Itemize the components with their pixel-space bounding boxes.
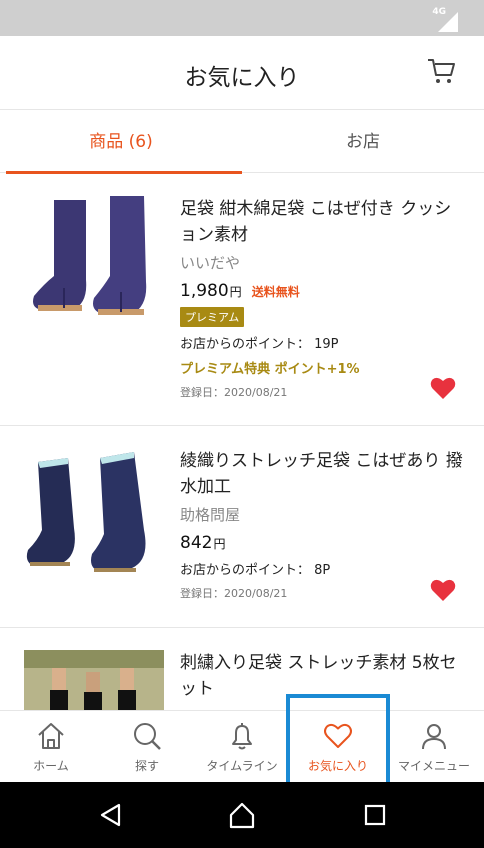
home-icon: [38, 723, 64, 749]
highlight-box: [286, 694, 390, 792]
registered-date: 登録日：2020/08/21: [180, 587, 288, 600]
bell-icon: [232, 723, 252, 750]
tab-shops[interactable]: お店: [242, 111, 484, 173]
page-title: お気に入り: [184, 65, 300, 91]
recents-icon[interactable]: [364, 804, 386, 826]
heart-icon[interactable]: [430, 376, 456, 400]
nav-search[interactable]: 探す: [102, 711, 192, 783]
price-unit: 円: [213, 537, 226, 551]
status-bar: 4G: [0, 0, 484, 36]
signal-icon: [438, 12, 458, 32]
person-icon: [422, 724, 446, 750]
price-value: 1,980: [180, 281, 229, 301]
price-unit: 円: [229, 285, 242, 299]
tab-products[interactable]: 商品 (6): [0, 111, 242, 174]
list-item[interactable]: 足袋 紺木綿足袋 こはぜ付き クッション素材 いいだや 1,980円 送料無料 プ…: [0, 174, 484, 426]
premium-badge: プレミアム: [180, 307, 245, 327]
heart-icon[interactable]: [430, 578, 456, 602]
product-price: 842円: [180, 533, 464, 553]
shop-name[interactable]: 助格問屋: [180, 504, 464, 525]
price-value: 842: [180, 533, 213, 553]
nav-mymenu-label: マイメニュー: [397, 759, 470, 773]
app-header: お気に入り: [0, 36, 484, 110]
product-image: [24, 450, 164, 580]
product-price: 1,980円 送料無料: [180, 281, 464, 301]
list-item[interactable]: 綾織りストレッチ足袋 こはぜあり 撥水加工 助格問屋 842円 お店からのポイン…: [0, 426, 484, 628]
system-nav-bar: [0, 782, 484, 848]
nav-timeline[interactable]: タイムライン: [196, 711, 288, 783]
search-icon: [134, 723, 161, 750]
product-image: [24, 192, 164, 322]
tab-bar: 商品 (6) お店: [0, 111, 484, 174]
nav-mymenu[interactable]: マイメニュー: [388, 711, 480, 783]
nav-home[interactable]: ホーム: [6, 711, 96, 783]
home-button-icon[interactable]: [228, 801, 256, 829]
bottom-nav: ホーム 探す タイムライン お気に入り マイメニュー: [0, 710, 484, 782]
tab-products-label: 商品 (6): [89, 132, 153, 152]
shop-name[interactable]: いいだや: [180, 252, 464, 273]
tab-shops-label: お店: [346, 132, 380, 152]
nav-home-label: ホーム: [33, 759, 69, 773]
product-image: [24, 650, 164, 710]
shop-points: お店からのポイント： 19P: [180, 337, 339, 352]
back-icon[interactable]: [98, 802, 124, 828]
free-shipping-label: 送料無料: [251, 285, 300, 299]
favorites-list[interactable]: 足袋 紺木綿足袋 こはぜ付き クッション素材 いいだや 1,980円 送料無料 プ…: [0, 174, 484, 710]
nav-search-label: 探す: [134, 759, 159, 773]
cart-icon[interactable]: [426, 56, 456, 86]
product-name[interactable]: 足袋 紺木綿足袋 こはぜ付き クッション素材: [180, 196, 464, 248]
list-item[interactable]: 刺繍入り足袋 ストレッチ素材 5枚セット: [0, 628, 484, 710]
premium-bonus: プレミアム特典 ポイント+1%: [180, 362, 360, 377]
registered-date: 登録日：2020/08/21: [180, 386, 288, 399]
nav-timeline-label: タイムライン: [206, 759, 278, 773]
product-name[interactable]: 綾織りストレッチ足袋 こはぜあり 撥水加工: [180, 448, 464, 500]
shop-points: お店からのポイント： 8P: [180, 563, 331, 578]
